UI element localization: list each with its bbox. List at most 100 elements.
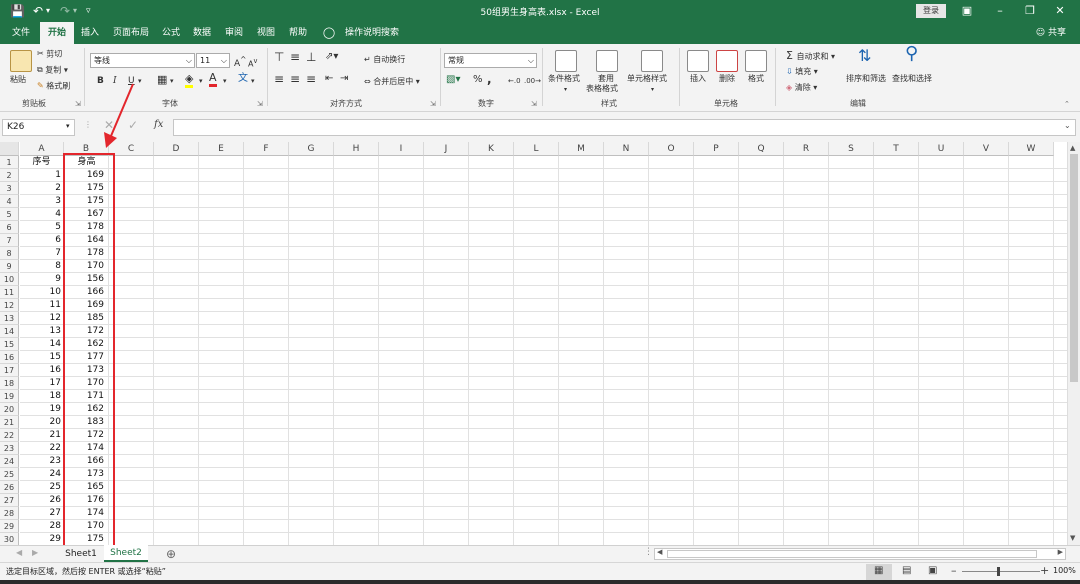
paste-icon[interactable]	[10, 50, 32, 72]
row-header-6[interactable]: 6	[0, 221, 19, 234]
cell-styles-icon[interactable]	[641, 50, 663, 72]
column-header-e[interactable]: E	[199, 142, 244, 156]
phonetic-dropdown-icon[interactable]: ▾	[251, 75, 255, 87]
font-name-dropdown[interactable]: 等线 ⌵	[90, 53, 195, 68]
cell-b-23[interactable]: 174	[64, 442, 106, 455]
cell-a-5[interactable]: 4	[20, 208, 63, 221]
cell-a-19[interactable]: 18	[20, 390, 63, 403]
row-header-3[interactable]: 3	[0, 182, 19, 195]
cell-b-6[interactable]: 178	[64, 221, 106, 234]
row-header-1[interactable]: 1	[0, 156, 19, 169]
zoom-in-icon[interactable]: +	[1040, 564, 1049, 577]
sort-filter-button[interactable]: 排序和筛选	[846, 73, 886, 85]
align-top-icon[interactable]: ⊤	[274, 51, 284, 63]
vertical-scroll-thumb[interactable]	[1070, 154, 1078, 382]
shrink-font-button[interactable]: Av	[248, 55, 257, 71]
column-header-p[interactable]: P	[694, 142, 739, 156]
column-header-t[interactable]: T	[874, 142, 919, 156]
zoom-out-icon[interactable]: –	[951, 564, 957, 577]
column-header-j[interactable]: J	[424, 142, 469, 156]
next-sheet-icon[interactable]: ▶	[32, 548, 38, 557]
find-select-button[interactable]: 查找和选择	[892, 73, 932, 85]
share-button[interactable]: ☺ 共享	[1036, 22, 1066, 44]
column-header-r[interactable]: R	[784, 142, 829, 156]
column-header-l[interactable]: L	[514, 142, 559, 156]
cell-b-9[interactable]: 170	[64, 260, 106, 273]
borders-dropdown-icon[interactable]: ▾	[170, 75, 174, 87]
minimize-icon[interactable]: –	[990, 2, 1010, 20]
ribbon-display-options-icon[interactable]: ▣	[957, 2, 977, 20]
cell-a-26[interactable]: 25	[20, 481, 63, 494]
cell-a-12[interactable]: 11	[20, 299, 63, 312]
column-header-a[interactable]: A	[20, 142, 64, 156]
column-header-q[interactable]: Q	[739, 142, 784, 156]
tab-insert[interactable]: 插入	[76, 22, 104, 44]
font-size-dropdown[interactable]: 11 ⌵	[196, 53, 230, 68]
cell-a-29[interactable]: 28	[20, 520, 63, 533]
insert-function-icon[interactable]: fx	[154, 119, 163, 130]
delete-cells-icon[interactable]	[716, 50, 738, 72]
format-cells-button[interactable]: 格式	[748, 73, 764, 85]
row-header-16[interactable]: 16	[0, 351, 19, 364]
column-header-w[interactable]: W	[1009, 142, 1054, 156]
cell-b-3[interactable]: 175	[64, 182, 106, 195]
column-header-u[interactable]: U	[919, 142, 964, 156]
row-header-5[interactable]: 5	[0, 208, 19, 221]
cell-b-18[interactable]: 170	[64, 377, 106, 390]
tab-home[interactable]: 开始	[40, 22, 74, 44]
row-header-21[interactable]: 21	[0, 416, 19, 429]
cell-a-10[interactable]: 9	[20, 273, 63, 286]
cell-a-6[interactable]: 5	[20, 221, 63, 234]
tell-me-search[interactable]: 操作说明搜索	[342, 22, 402, 44]
percent-style-button[interactable]: %	[473, 74, 483, 86]
column-header-d[interactable]: D	[154, 142, 199, 156]
vertical-scrollbar[interactable]: ▲ ▼	[1067, 142, 1080, 545]
tab-view[interactable]: 视图	[252, 22, 280, 44]
clipboard-launcher-icon[interactable]: ⇲	[75, 100, 81, 108]
decrease-indent-icon[interactable]: ⇤	[325, 73, 333, 85]
delete-cells-button[interactable]: 删除	[719, 73, 735, 85]
cell-a-27[interactable]: 26	[20, 494, 63, 507]
row-header-25[interactable]: 25	[0, 468, 19, 481]
zoom-slider[interactable]	[962, 571, 1040, 572]
column-header-f[interactable]: F	[244, 142, 289, 156]
column-header-m[interactable]: M	[559, 142, 604, 156]
increase-indent-icon[interactable]: ⇥	[340, 73, 348, 85]
cell-b-16[interactable]: 177	[64, 351, 106, 364]
fill-color-icon[interactable]: ◈	[185, 73, 194, 88]
tab-review[interactable]: 审阅	[220, 22, 248, 44]
cell-a-18[interactable]: 17	[20, 377, 63, 390]
row-header-14[interactable]: 14	[0, 325, 19, 338]
find-select-icon[interactable]: ⚲	[905, 45, 918, 63]
row-header-12[interactable]: 12	[0, 299, 19, 312]
cell-a-21[interactable]: 20	[20, 416, 63, 429]
align-left-icon[interactable]: ≡	[274, 73, 284, 85]
row-header-24[interactable]: 24	[0, 455, 19, 468]
row-header-29[interactable]: 29	[0, 520, 19, 533]
add-sheet-icon[interactable]: ⊕	[166, 547, 176, 561]
cell-a-25[interactable]: 24	[20, 468, 63, 481]
grow-font-button[interactable]: A^	[234, 54, 246, 70]
conditional-format-icon[interactable]	[555, 50, 577, 72]
cell-b-4[interactable]: 175	[64, 195, 106, 208]
page-break-view-icon[interactable]: ▣	[928, 565, 937, 576]
increase-decimal-icon[interactable]: ←.0	[508, 75, 521, 87]
normal-view-button[interactable]: ▦	[866, 564, 892, 580]
header-cell-b[interactable]: 身高	[64, 156, 109, 169]
cell-a-30[interactable]: 29	[20, 533, 63, 545]
number-launcher-icon[interactable]: ⇲	[531, 100, 537, 108]
row-header-10[interactable]: 10	[0, 273, 19, 286]
row-header-23[interactable]: 23	[0, 442, 19, 455]
paste-button[interactable]: 粘贴	[10, 74, 26, 86]
comma-style-button[interactable]: ,	[487, 73, 492, 85]
fill-button[interactable]: ⇩ 填充 ▾	[786, 66, 818, 78]
spreadsheet-grid[interactable]: ABCDEFGHIJKLMNOPQRSTUVW 1 2 3 4 5 6 7 8 9 10 11 12 1…	[0, 142, 1067, 545]
align-middle-icon[interactable]: ≡	[290, 51, 300, 63]
row-header-20[interactable]: 20	[0, 403, 19, 416]
tab-page-layout[interactable]: 页面布局	[108, 22, 154, 44]
font-launcher-icon[interactable]: ⇲	[257, 100, 263, 108]
format-cells-icon[interactable]	[745, 50, 767, 72]
cell-b-13[interactable]: 185	[64, 312, 106, 325]
row-header-15[interactable]: 15	[0, 338, 19, 351]
tab-formulas[interactable]: 公式	[157, 22, 185, 44]
